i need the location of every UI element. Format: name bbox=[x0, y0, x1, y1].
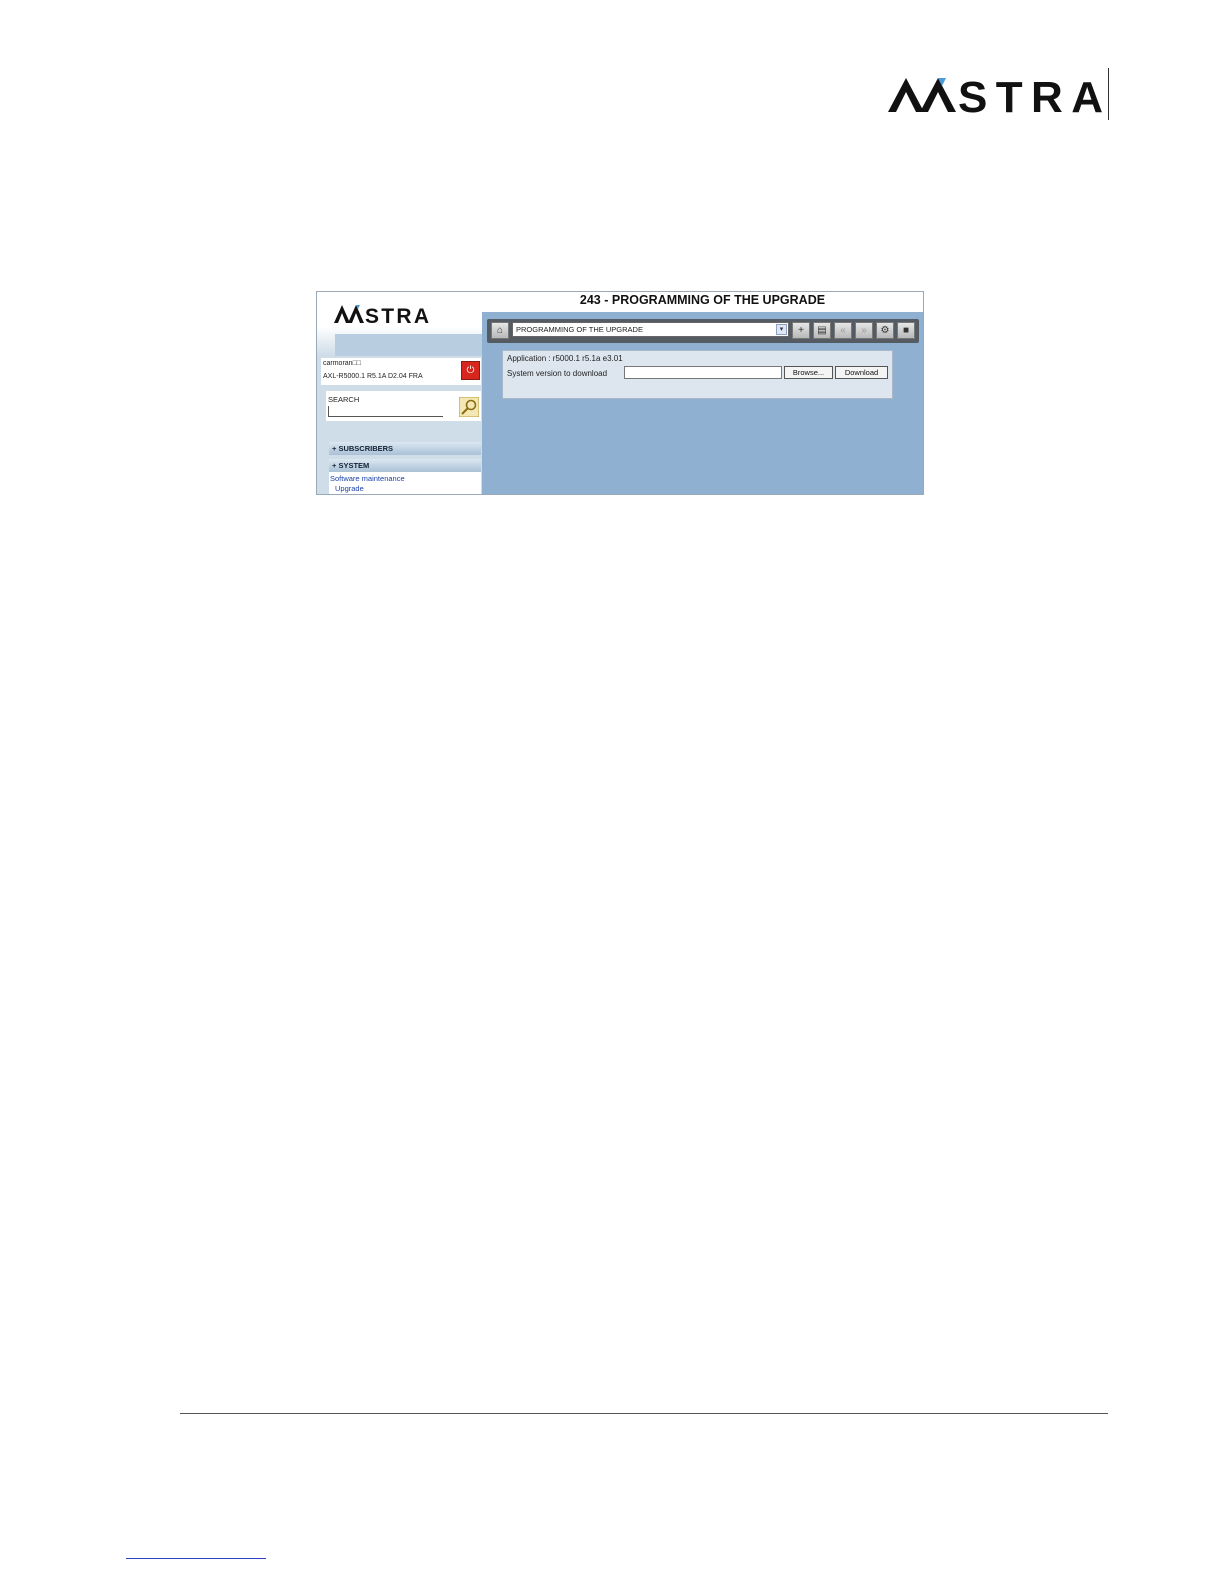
search-panel: SEARCH bbox=[326, 391, 481, 421]
page-title: 243 - PROGRAMMING OF THE UPGRADE bbox=[579, 293, 826, 307]
previous-icon[interactable]: « bbox=[834, 322, 852, 339]
application-screenshot: STRA 243 - PROGRAMMING OF THE UPGRADE ca… bbox=[316, 291, 924, 495]
page-select[interactable]: PROGRAMMING OF THE UPGRADE ▾ bbox=[512, 322, 789, 337]
svg-text:STRA: STRA bbox=[958, 73, 1103, 120]
search-label: SEARCH bbox=[328, 395, 360, 404]
folder-icon[interactable]: ▤ bbox=[813, 322, 831, 339]
power-icon: ⏻ bbox=[466, 365, 475, 376]
menu-system-label: SYSTEM bbox=[338, 461, 370, 470]
chevron-down-icon: ▾ bbox=[776, 324, 787, 335]
menu-system[interactable]: + SYSTEM bbox=[329, 459, 481, 472]
app-logo: STRA bbox=[334, 305, 429, 326]
application-version: Application : r5000.1 r5.1a e3.01 bbox=[507, 354, 623, 363]
search-input[interactable] bbox=[328, 406, 443, 417]
aastra-logo: STRA bbox=[888, 73, 1103, 120]
user-name: carmoran□□ bbox=[323, 360, 362, 367]
upgrade-form: Application : r5000.1 r5.1a e3.01 System… bbox=[502, 350, 893, 399]
menu-upgrade[interactable]: Upgrade bbox=[335, 484, 364, 493]
next-icon[interactable]: » bbox=[855, 322, 873, 339]
system-version: AXL-R5000.1 R5.1A D2.04 FRA bbox=[323, 373, 423, 380]
file-path-input[interactable] bbox=[624, 366, 782, 379]
add-icon[interactable]: + bbox=[792, 322, 810, 339]
sidebar-header-strip bbox=[335, 334, 482, 356]
menu-subscribers[interactable]: + SUBSCRIBERS bbox=[329, 442, 481, 455]
user-info: carmoran□□ AXL-R5000.1 R5.1A D2.04 FRA ⏻ bbox=[321, 358, 481, 385]
footer-rule bbox=[180, 1413, 1108, 1414]
menu-subscribers-label: SUBSCRIBERS bbox=[338, 444, 394, 453]
svg-text:STRA: STRA bbox=[365, 305, 429, 326]
page-select-value: PROGRAMMING OF THE UPGRADE bbox=[516, 325, 643, 334]
menu-software-maintenance[interactable]: Software maintenance bbox=[330, 474, 405, 483]
tools-icon[interactable]: ⚙ bbox=[876, 322, 894, 339]
logout-button[interactable]: ⏻ bbox=[461, 361, 480, 380]
logo-divider bbox=[1108, 68, 1109, 120]
search-icon[interactable] bbox=[459, 397, 479, 417]
browse-button[interactable]: Browse... bbox=[784, 366, 833, 379]
download-button[interactable]: Download bbox=[835, 366, 888, 379]
home-icon[interactable]: ⌂ bbox=[491, 322, 509, 339]
save-icon[interactable]: ■ bbox=[897, 322, 915, 339]
toolbar: ⌂ PROGRAMMING OF THE UPGRADE ▾ + ▤ « » ⚙… bbox=[487, 319, 919, 343]
footer-link-underline[interactable] bbox=[126, 1558, 266, 1559]
system-version-label: System version to download bbox=[507, 369, 608, 378]
